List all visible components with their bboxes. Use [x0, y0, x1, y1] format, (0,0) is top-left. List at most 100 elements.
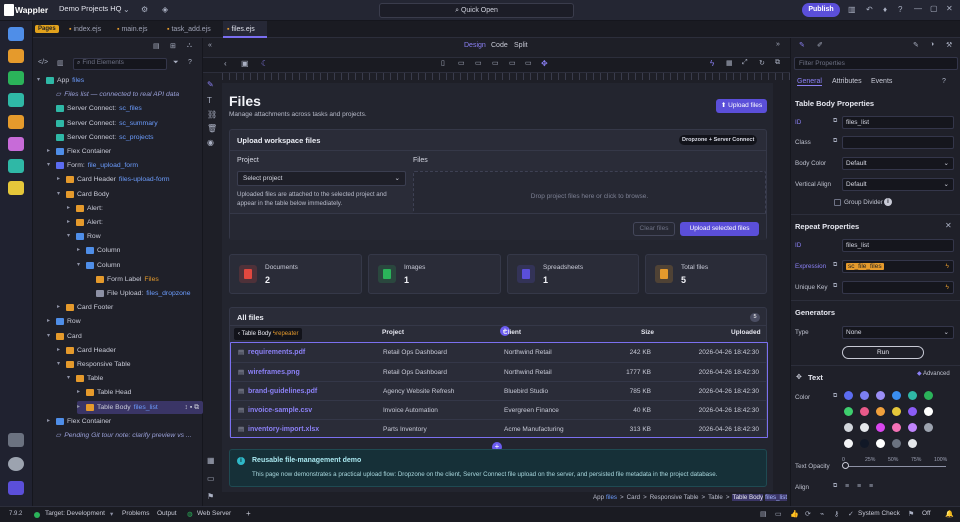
system-check-label[interactable]: System Check	[858, 510, 900, 517]
checklist-icon[interactable]: ✓	[848, 510, 854, 518]
selection-crumb[interactable]: ‹ Table Body ϟrepeater	[234, 328, 303, 340]
layers-stack-icon[interactable]	[8, 159, 24, 173]
filter-properties-input[interactable]: Filter Properties	[794, 57, 958, 70]
breadcrumb-item[interactable]: App	[593, 494, 604, 501]
tree-node[interactable]: ▱ Files list — connected to real API data	[47, 88, 179, 101]
like-icon[interactable]: 👍	[790, 510, 799, 518]
caret-down-icon[interactable]: ▾	[57, 188, 63, 201]
add-icon[interactable]: ⊞	[170, 42, 176, 50]
unique-key-input[interactable]: ϟ	[842, 281, 954, 294]
tree-node[interactable]: ▾ Responsive Table	[57, 358, 131, 371]
caret-right-icon[interactable]: ▸	[57, 301, 63, 314]
caret-right-icon[interactable]: ▸	[47, 415, 53, 428]
tree-node[interactable]: ▸ Flex Container	[47, 145, 111, 158]
problems-tab[interactable]: Problems	[122, 510, 149, 517]
collapse-right-icon[interactable]: »	[776, 41, 780, 48]
account-icon[interactable]	[8, 481, 24, 495]
output-tab[interactable]: Output	[157, 510, 177, 517]
table-body-selected[interactable]: ▤ requirements.pdf Retail Ops Dashboard Nor…	[230, 342, 768, 438]
color-swatch[interactable]	[844, 407, 853, 416]
routes-icon[interactable]	[8, 115, 24, 129]
color-swatch[interactable]	[908, 407, 917, 416]
color-swatch[interactable]	[844, 439, 853, 448]
class-input[interactable]	[842, 136, 954, 149]
filter-icon[interactable]: ⏷	[173, 59, 179, 67]
table-row[interactable]: ▤ inventory-import.xlsx Parts Inventory Acm…	[231, 419, 766, 438]
pages-icon[interactable]	[8, 27, 24, 41]
caret-down-icon[interactable]: ▾	[67, 372, 73, 385]
bind-icon[interactable]: ⧉	[833, 283, 837, 290]
tree-node[interactable]: File Upload: files_dropzone	[87, 287, 191, 300]
tree-icon[interactable]: ⛬	[187, 42, 192, 50]
theme-icon[interactable]: ◑	[930, 41, 934, 48]
color-swatch[interactable]	[892, 439, 901, 448]
style-icon[interactable]: ✎	[913, 41, 919, 49]
tree-node[interactable]: ▸ Card Header	[57, 344, 116, 357]
color-swatch[interactable]	[860, 407, 869, 416]
extensions-icon[interactable]	[8, 433, 24, 447]
body-color-select[interactable]: Default ⌄	[842, 157, 954, 170]
tree-node[interactable]: ▾ Table	[67, 372, 103, 385]
settings-gear-icon[interactable]	[8, 457, 24, 471]
caret-down-icon[interactable]: ▾	[47, 159, 53, 172]
open-external-icon[interactable]: ⧉	[775, 59, 780, 67]
caret-down-icon[interactable]: ▾	[37, 74, 43, 87]
color-swatch[interactable]	[876, 439, 885, 448]
color-swatch[interactable]	[924, 423, 933, 432]
close-icon[interactable]: ✕	[946, 4, 953, 13]
key-icon[interactable]: ⚷	[834, 510, 839, 518]
device-phone-icon[interactable]: ▯	[441, 59, 445, 67]
paint-icon[interactable]: ✐	[817, 41, 823, 49]
find-elements-input[interactable]: ⌕ Find Elements	[73, 58, 167, 70]
device-tablet-icon[interactable]: ▭	[458, 59, 465, 67]
web-server-tab[interactable]: Web Server	[197, 510, 231, 517]
edit-tool-icon[interactable]: ✎	[207, 80, 214, 89]
assets-icon[interactable]	[8, 137, 24, 151]
delete-tool-icon[interactable]: 🗑	[207, 124, 217, 133]
caret-down-icon[interactable]: ▾	[77, 259, 83, 272]
tree-node[interactable]: ▾ App files	[37, 74, 84, 87]
sync-icon[interactable]: ⟳	[805, 510, 811, 518]
color-swatch[interactable]	[908, 423, 917, 432]
gear-icon[interactable]: ⚙	[141, 5, 148, 14]
code-icon[interactable]: </>	[38, 59, 48, 66]
tree-node[interactable]: ▸ Flex Container	[47, 415, 111, 428]
columns-icon[interactable]: ▥	[57, 59, 64, 67]
tree-node[interactable]: ▾ Card Body	[57, 188, 109, 201]
flash-icon[interactable]: ϟ	[710, 59, 714, 68]
color-swatch[interactable]	[892, 391, 901, 400]
caret-right-icon[interactable]: ▸	[47, 315, 53, 328]
table-row[interactable]: ▤ wireframes.png Retail Ops Dashboard North…	[231, 362, 766, 381]
add-panel-icon[interactable]: +	[246, 509, 251, 518]
file-name-link[interactable]: requirements.pdf	[248, 343, 305, 362]
tree-node[interactable]: Server Connect: sc_files	[47, 102, 142, 115]
help-icon[interactable]: ?	[942, 78, 946, 85]
hammer-icon[interactable]: ⚒	[946, 41, 952, 49]
quick-open-bar[interactable]: ⌕ Quick Open	[379, 3, 574, 18]
device-desktop-icon[interactable]: ▭	[509, 59, 516, 67]
tree-node[interactable]: ▸ Card Header files-upload-form	[57, 173, 170, 186]
maximize-icon[interactable]: ▢	[930, 4, 938, 13]
tree-node[interactable]: ▾ Column	[77, 259, 120, 272]
breadcrumb-item[interactable]: Table Body	[732, 494, 764, 501]
breadcrumb-item[interactable]: Card	[627, 494, 640, 501]
close-icon[interactable]: ✕	[945, 221, 952, 230]
tab-index[interactable]: ▪ index.ejs	[65, 21, 113, 38]
upload-files-button[interactable]: ⬆ Upload files	[716, 99, 767, 113]
tree-node[interactable]: Server Connect: sc_summary	[47, 117, 158, 130]
tree-node[interactable]: ▸ Row	[47, 315, 81, 328]
tree-node[interactable]: ▸ Card Footer	[57, 301, 113, 314]
broadcast-icon[interactable]: ⌁	[820, 510, 824, 518]
caret-down-icon[interactable]: ▾	[67, 230, 73, 243]
collapse-left-icon[interactable]: «	[208, 42, 212, 49]
fullscreen-icon[interactable]: ⤢	[742, 59, 748, 67]
color-swatch[interactable]	[908, 391, 917, 400]
node-actions-icon[interactable]: ↕ ▪ ⧉	[185, 401, 199, 414]
tree-node[interactable]: ▱ Pending Git tour note: clarify preview …	[47, 429, 192, 442]
tree-node[interactable]: ▸ Column	[77, 244, 120, 257]
table-row[interactable]: ▤ requirements.pdf Retail Ops Dashboard Nor…	[231, 343, 766, 362]
tab-files[interactable]: ▪ files.ejs	[223, 21, 267, 38]
color-swatch[interactable]	[924, 407, 933, 416]
group-divider-checkbox[interactable]	[834, 199, 841, 206]
caret-right-icon[interactable]: ▸	[47, 145, 53, 158]
